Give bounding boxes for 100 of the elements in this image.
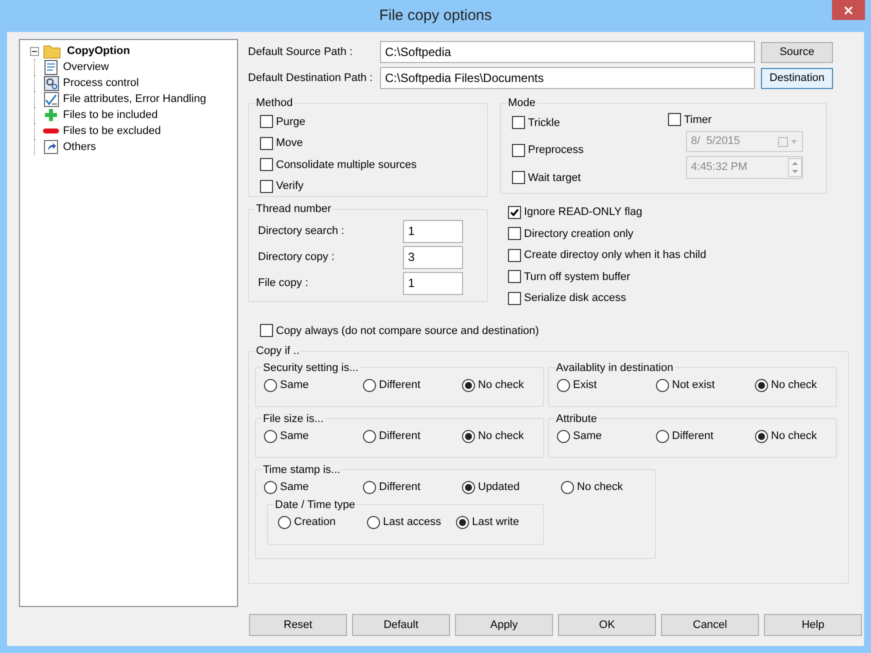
checkbox[interactable]: [508, 292, 521, 305]
checkbox[interactable]: [508, 227, 521, 240]
time-value: 4:45:32 PM: [691, 160, 748, 176]
checkbox-label: Copy always (do not compare source and destination): [276, 324, 539, 338]
checkbox-label: Purge: [276, 114, 306, 130]
radio-button[interactable]: [456, 516, 469, 529]
field-label: Default Destination Path :: [248, 72, 373, 84]
radio-button[interactable]: [264, 378, 277, 392]
date-value: 8/ 5/2015: [691, 134, 741, 150]
close-button[interactable]: [832, 0, 865, 20]
browse-button[interactable]: Source: [761, 42, 833, 62]
radio-label: Same: [280, 378, 309, 393]
close-icon: [844, 6, 853, 14]
checkbox[interactable]: [512, 116, 525, 130]
checkbox[interactable]: [512, 144, 525, 157]
radio-button[interactable]: [557, 430, 570, 443]
checkbox-label: Serialize disk access: [524, 291, 626, 306]
checkbox[interactable]: [260, 158, 273, 172]
dialog-button[interactable]: Cancel: [661, 614, 759, 636]
minus-sign-icon: [32, 48, 37, 54]
tree-item[interactable]: CopyOption: [67, 42, 130, 60]
radio-button[interactable]: [557, 378, 570, 392]
number-field[interactable]: 1: [403, 272, 463, 294]
group-title: Availablity in destination: [555, 360, 674, 376]
tree-item[interactable]: Process control: [63, 74, 139, 92]
field-label: Directory search :: [258, 224, 346, 239]
radio-label: Updated: [478, 480, 520, 495]
radio-label: Exist: [573, 378, 597, 393]
tree-item[interactable]: Files to be included: [63, 106, 158, 124]
field-label: Default Source Path :: [248, 46, 353, 58]
document-icon: [44, 60, 58, 74]
radio-button[interactable]: [264, 430, 277, 443]
group-title: Security setting is...: [262, 360, 360, 376]
radio-button[interactable]: [367, 516, 380, 529]
radio-button[interactable]: [755, 378, 768, 392]
checkbox[interactable]: [260, 115, 273, 128]
spin-arrows-icon: [788, 158, 802, 177]
radio-label: No check: [478, 429, 524, 444]
checkbox[interactable]: [668, 113, 681, 126]
radio-label: Different: [672, 429, 714, 444]
checkbox-label: Directory creation only: [524, 226, 634, 242]
radio-label: Last access: [383, 515, 442, 530]
tree-item[interactable]: File attributes, Error Handling: [63, 90, 206, 108]
checkbox[interactable]: [508, 206, 521, 219]
checkbox[interactable]: [260, 136, 273, 150]
plus-icon: [44, 108, 58, 122]
radio-label: No check: [478, 378, 524, 393]
radio-button[interactable]: [462, 430, 475, 443]
dialog-button[interactable]: Default: [352, 614, 450, 636]
number-field[interactable]: 1: [403, 220, 463, 242]
radio-button[interactable]: [462, 480, 475, 494]
radio-button[interactable]: [656, 430, 669, 443]
group-title: Thread number: [255, 202, 332, 217]
check-icon: [510, 208, 519, 217]
radio-label: Not exist: [672, 378, 715, 393]
dialog-button[interactable]: Apply: [455, 614, 553, 636]
radio-button[interactable]: [278, 516, 291, 529]
radio-button[interactable]: [363, 480, 376, 494]
tree-item[interactable]: Files to be excluded: [63, 122, 161, 140]
radio-button[interactable]: [755, 430, 768, 443]
checkbox[interactable]: [508, 270, 521, 284]
collapse-toggle[interactable]: [30, 46, 39, 56]
radio-button[interactable]: [363, 378, 376, 392]
window-title: File copy options: [379, 6, 492, 26]
calendar-icon: [778, 136, 798, 146]
checkbox-label: Trickle: [528, 116, 560, 130]
radio-button[interactable]: [561, 480, 574, 494]
checklist-icon: [44, 92, 58, 106]
radio-label: Different: [379, 378, 420, 393]
radio-button[interactable]: [462, 378, 475, 392]
radio-button[interactable]: [264, 480, 277, 494]
field-label: File copy :: [258, 276, 310, 291]
group-title: Date / Time type: [274, 498, 356, 512]
checkbox[interactable]: [508, 248, 521, 262]
radio-label: Different: [379, 480, 420, 495]
radio-button[interactable]: [363, 430, 376, 443]
checkbox-label: Ignore READ-ONLY flag: [524, 205, 642, 220]
dialog-button[interactable]: OK: [558, 614, 656, 636]
group-title: Attribute: [555, 412, 598, 426]
radio-label: Different: [379, 429, 420, 444]
path-field[interactable]: C:\Softpedia: [380, 41, 755, 63]
dialog-button[interactable]: Reset: [249, 614, 347, 636]
checkbox[interactable]: [260, 324, 273, 338]
radio-label: Same: [280, 480, 309, 495]
checkbox[interactable]: [260, 180, 273, 193]
group-title: Mode: [507, 96, 537, 111]
dialog-button[interactable]: Help: [764, 614, 862, 636]
path-field[interactable]: C:\Softpedia Files\Documents: [380, 67, 755, 89]
tree-item[interactable]: Overview: [63, 58, 109, 76]
group-title: Copy if ..: [255, 344, 300, 359]
radio-label: No check: [771, 378, 817, 393]
number-field[interactable]: 3: [403, 246, 463, 268]
browse-button[interactable]: Destination: [761, 68, 833, 88]
checkbox-label: Create directoy only when it has child: [524, 248, 706, 263]
checkbox-label: Timer: [684, 112, 712, 128]
checkbox[interactable]: [512, 171, 525, 184]
checkbox-label: Move: [276, 136, 303, 151]
radio-button[interactable]: [656, 378, 669, 392]
checkbox-label: Consolidate multiple sources: [276, 158, 417, 172]
tree-item[interactable]: Others: [63, 138, 96, 156]
